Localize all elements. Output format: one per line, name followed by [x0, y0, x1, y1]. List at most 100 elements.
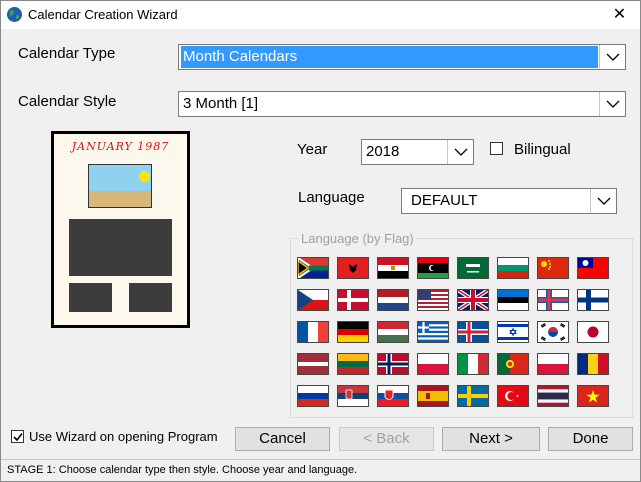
preview-sand [89, 191, 151, 207]
preview-paper: JANUARY 1987 [54, 134, 187, 325]
romania-flag-icon [578, 354, 608, 374]
flag-libya[interactable] [417, 257, 449, 279]
flag-hungary[interactable] [377, 321, 409, 343]
back-button[interactable]: < Back [339, 427, 434, 451]
flag-usa[interactable] [417, 289, 449, 311]
title-bar: Calendar Creation Wizard ✕ [1, 1, 640, 29]
calendar-style-select[interactable]: 3 Month [1] [178, 91, 626, 117]
flag-portugal[interactable] [497, 353, 529, 375]
czech-flag-icon [298, 290, 328, 310]
next-button[interactable]: Next > [442, 427, 540, 451]
bulgaria-flag-icon [498, 258, 528, 278]
flag-france[interactable] [297, 321, 329, 343]
saudi-arabia-flag-icon [458, 258, 488, 278]
poland-flag-icon [418, 354, 448, 374]
israel-flag-icon [498, 322, 528, 342]
flag-denmark[interactable] [337, 289, 369, 311]
year-value: 2018 [366, 143, 400, 160]
wizard-window: Calendar Creation Wizard ✕ Calendar Type… [0, 0, 641, 482]
flag-finland[interactable] [577, 289, 609, 311]
flag-norway[interactable] [377, 353, 409, 375]
norway-flag-icon [378, 354, 408, 374]
netherlands-flag-icon [378, 290, 408, 310]
flag-south-africa[interactable] [297, 257, 329, 279]
flag-romania[interactable] [577, 353, 609, 375]
flag-faroe-islands[interactable] [537, 289, 569, 311]
cancel-button[interactable]: Cancel [235, 427, 330, 451]
status-bar: STAGE 1: Choose calendar type then style… [1, 459, 640, 481]
language-select[interactable]: DEFAULT [401, 188, 617, 214]
thailand-flag-icon [538, 386, 568, 406]
spain-flag-icon [418, 386, 448, 406]
language-value: DEFAULT [411, 192, 478, 209]
flag-israel[interactable] [497, 321, 529, 343]
calendar-type-select[interactable]: Month Calendars [178, 44, 626, 70]
flag-sweden[interactable] [457, 385, 489, 407]
slovakia-flag-icon [378, 386, 408, 406]
flag-egypt[interactable] [377, 257, 409, 279]
preview-small-month-left [69, 283, 112, 312]
hungary-flag-icon [378, 322, 408, 342]
lithuania-flag-icon [338, 354, 368, 374]
calendar-preview: JANUARY 1987 [51, 131, 190, 328]
calendar-type-dropdown-button[interactable] [599, 45, 625, 69]
flag-japan[interactable] [577, 321, 609, 343]
language-dropdown-button[interactable] [590, 189, 616, 213]
flag-latvia[interactable] [297, 353, 329, 375]
sweden-flag-icon [458, 386, 488, 406]
flag-lithuania[interactable] [337, 353, 369, 375]
flag-poland-2[interactable] [537, 353, 569, 375]
flag-estonia[interactable] [497, 289, 529, 311]
denmark-flag-icon [338, 290, 368, 310]
flag-netherlands[interactable] [377, 289, 409, 311]
uk-flag-icon [458, 290, 488, 310]
calendar-style-dropdown-button[interactable] [599, 92, 625, 116]
year-label: Year [297, 141, 328, 158]
close-button[interactable]: ✕ [599, 1, 640, 29]
year-dropdown-button[interactable] [447, 140, 473, 164]
flag-spain[interactable] [417, 385, 449, 407]
france-flag-icon [298, 322, 328, 342]
flag-bulgaria[interactable] [497, 257, 529, 279]
flag-italy[interactable] [457, 353, 489, 375]
flag-group-label: Language (by Flag) [299, 231, 416, 246]
flag-taiwan[interactable] [577, 257, 609, 279]
albania-flag-icon [338, 258, 368, 278]
flag-serbia[interactable] [337, 385, 369, 407]
poland-flag-icon [538, 354, 568, 374]
globe-icon [7, 7, 22, 22]
flag-iceland[interactable] [457, 321, 489, 343]
china-flag-icon [538, 258, 568, 278]
flag-vietnam[interactable] [577, 385, 609, 407]
flag-united-kingdom[interactable] [457, 289, 489, 311]
chevron-down-icon [454, 148, 468, 156]
bilingual-label: Bilingual [514, 141, 571, 158]
use-wizard-label: Use Wizard on opening Program [29, 429, 218, 444]
flag-russia[interactable] [297, 385, 329, 407]
flag-south-korea[interactable] [537, 321, 569, 343]
flag-germany[interactable] [337, 321, 369, 343]
calendar-type-label: Calendar Type [18, 45, 116, 62]
usa-flag-icon [418, 290, 448, 310]
flag-saudi-arabia[interactable] [457, 257, 489, 279]
use-wizard-checkbox[interactable] [11, 430, 24, 443]
preview-small-month-right [129, 283, 172, 312]
flag-greece[interactable] [417, 321, 449, 343]
south-africa-flag-icon [298, 258, 328, 278]
flag-albania[interactable] [337, 257, 369, 279]
preview-title: JANUARY 1987 [71, 140, 170, 153]
libya-flag-icon [418, 258, 448, 278]
flag-china[interactable] [537, 257, 569, 279]
faroe-flag-icon [538, 290, 568, 310]
flag-thailand[interactable] [537, 385, 569, 407]
flag-czech-republic[interactable] [297, 289, 329, 311]
done-button[interactable]: Done [548, 427, 633, 451]
flag-turkey[interactable] [497, 385, 529, 407]
germany-flag-icon [338, 322, 368, 342]
bilingual-checkbox[interactable] [490, 142, 503, 155]
calendar-style-value: 3 Month [1] [183, 95, 259, 112]
flag-slovakia[interactable] [377, 385, 409, 407]
year-select[interactable]: 2018 [361, 139, 474, 165]
flag-poland[interactable] [417, 353, 449, 375]
language-label: Language [298, 189, 365, 206]
